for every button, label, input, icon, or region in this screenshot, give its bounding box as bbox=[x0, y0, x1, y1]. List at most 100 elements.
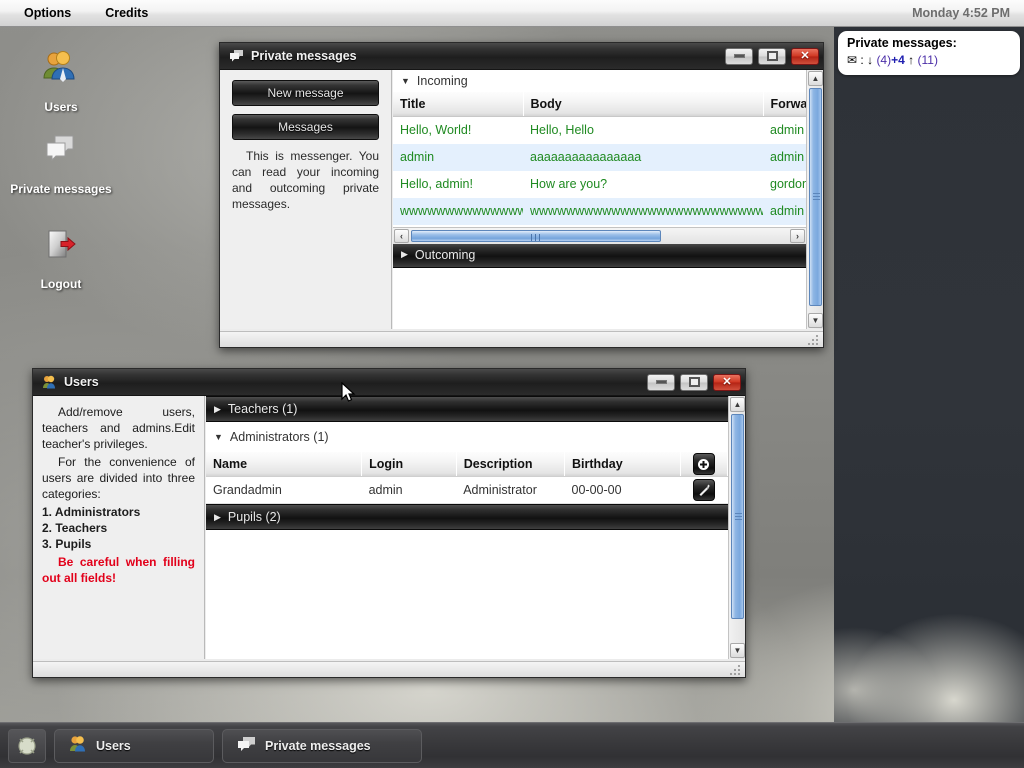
vscroll-thumb[interactable] bbox=[731, 414, 744, 619]
desktop-background-right bbox=[834, 0, 1024, 722]
scroll-down-button[interactable]: ▼ bbox=[730, 643, 745, 658]
table-row[interactable]: Grandadmin admin Administrator 00-00-00 bbox=[206, 477, 728, 504]
scroll-up-button[interactable]: ▲ bbox=[730, 397, 745, 412]
close-button[interactable]: ✕ bbox=[713, 374, 741, 391]
column-login[interactable]: Login bbox=[362, 452, 457, 477]
scroll-left-button[interactable]: ‹ bbox=[394, 229, 409, 243]
vscroll-thumb[interactable] bbox=[809, 88, 822, 306]
cell-forwarder: admin bbox=[763, 117, 806, 144]
users-category-3: 3. Pupils bbox=[42, 536, 195, 552]
cell-title: Hello, World! bbox=[393, 117, 523, 144]
teachers-label: Teachers (1) bbox=[228, 402, 297, 416]
users-window[interactable]: Users ✕ Add/remove users, teachers and a… bbox=[32, 368, 746, 678]
notification-counts: ✉ : ↓ (4)+4 ↑ (11) bbox=[847, 53, 1011, 67]
taskbar-item-private-messages[interactable]: Private messages bbox=[222, 729, 422, 763]
window-title: Private messages bbox=[251, 49, 357, 63]
desktop-icon-private-messages[interactable]: Private messages bbox=[6, 130, 116, 197]
cell-body: wwwwwwwwwwwwwwwwwwwwwwwwwwwwwwww bbox=[523, 198, 763, 225]
taskbar-item-label: Private messages bbox=[265, 739, 371, 753]
table-row[interactable]: wwwwwwwwwwwwww wwwwwwwwwwwwwwwwwwwwwwwww… bbox=[393, 198, 806, 225]
users-sidebar: Add/remove users, teachers and admins.Ed… bbox=[33, 396, 205, 659]
messages-button[interactable]: Messages bbox=[232, 114, 379, 140]
cell-body: aaaaaaaaaaaaaaaa bbox=[523, 144, 763, 171]
resize-grip[interactable] bbox=[730, 663, 742, 675]
users-vertical-scrollbar[interactable]: ▲ ▼ bbox=[728, 396, 745, 659]
chevron-down-icon: ▼ bbox=[214, 433, 223, 442]
maximize-button[interactable] bbox=[758, 48, 786, 65]
teachers-section-header[interactable]: ▶ Teachers (1) bbox=[206, 396, 728, 422]
top-menu-bar: Options Credits Monday 4:52 PM bbox=[0, 0, 1024, 27]
chevron-right-icon: ▶ bbox=[214, 513, 221, 522]
notification-separator: : bbox=[860, 53, 863, 67]
column-description[interactable]: Description bbox=[456, 452, 564, 477]
incoming-label: Incoming bbox=[417, 74, 468, 88]
column-forwarder[interactable]: Forwa bbox=[763, 92, 806, 117]
scroll-up-button[interactable]: ▲ bbox=[808, 71, 823, 86]
desktop-icon-label: Logout bbox=[41, 277, 82, 291]
desktop-icon-logout[interactable]: Logout bbox=[6, 225, 116, 292]
window-title: Users bbox=[64, 375, 99, 389]
menu-credits[interactable]: Credits bbox=[93, 4, 160, 22]
taskbar-item-users[interactable]: Users bbox=[54, 729, 214, 763]
messenger-content: ▼ Incoming Title Body Forwa Hello, World… bbox=[393, 70, 823, 329]
column-body[interactable]: Body bbox=[523, 92, 763, 117]
table-row[interactable]: Hello, World! Hello, Hello admin bbox=[393, 117, 806, 144]
taskbar: Users Private messages bbox=[0, 722, 1024, 768]
chevron-down-icon: ▼ bbox=[401, 77, 410, 86]
maximize-button[interactable] bbox=[680, 374, 708, 391]
column-birthday[interactable]: Birthday bbox=[565, 452, 681, 477]
incoming-section-header[interactable]: ▼ Incoming bbox=[393, 70, 806, 92]
minimize-button[interactable] bbox=[647, 374, 675, 391]
table-header-row: Name Login Description Birthday bbox=[206, 452, 728, 477]
start-button[interactable] bbox=[8, 729, 46, 763]
private-messages-titlebar[interactable]: Private messages ✕ bbox=[220, 43, 823, 70]
table-row[interactable]: admin aaaaaaaaaaaaaaaa admin bbox=[393, 144, 806, 171]
close-button[interactable]: ✕ bbox=[791, 48, 819, 65]
messenger-accordion: ▼ Incoming Title Body Forwa Hello, World… bbox=[393, 70, 806, 329]
administrators-section-header[interactable]: ▼ Administrators (1) bbox=[206, 422, 728, 452]
outcoming-section-header[interactable]: ▶ Outcoming bbox=[393, 242, 806, 268]
column-title[interactable]: Title bbox=[393, 92, 523, 117]
incoming-new: 4 bbox=[898, 53, 905, 67]
mouse-cursor bbox=[341, 382, 357, 404]
menu-options[interactable]: Options bbox=[12, 4, 83, 22]
administrators-label: Administrators (1) bbox=[230, 430, 329, 444]
incoming-horizontal-scrollbar[interactable]: ‹ › bbox=[393, 227, 806, 244]
pupils-section-header[interactable]: ▶ Pupils (2) bbox=[206, 504, 728, 530]
resize-grip[interactable] bbox=[808, 333, 820, 345]
new-message-button[interactable]: New message bbox=[232, 80, 379, 106]
scroll-down-button[interactable]: ▼ bbox=[808, 313, 823, 328]
incoming-messages-table: Title Body Forwa Hello, World! Hello, He… bbox=[393, 92, 806, 225]
private-messages-window[interactable]: Private messages ✕ New message Messages … bbox=[219, 42, 824, 348]
chevron-right-icon: ▶ bbox=[401, 250, 408, 259]
cell-birthday: 00-00-00 bbox=[565, 477, 681, 504]
users-titlebar[interactable]: Users ✕ bbox=[33, 369, 745, 396]
start-icon bbox=[17, 736, 37, 756]
table-row[interactable]: Hello, admin! How are you? gordon bbox=[393, 171, 806, 198]
outcoming-label: Outcoming bbox=[415, 248, 475, 262]
scroll-right-button[interactable]: › bbox=[790, 229, 805, 243]
cell-forwarder: admin bbox=[763, 144, 806, 171]
cell-title: wwwwwwwwwwwwww bbox=[393, 198, 523, 225]
users-description-1: Add/remove users, teachers and admins.Ed… bbox=[42, 404, 195, 452]
chevron-right-icon: ▶ bbox=[214, 405, 221, 414]
cell-name: Grandadmin bbox=[206, 477, 362, 504]
messenger-description: This is messenger. You can read your inc… bbox=[232, 148, 379, 212]
messenger-sidebar: New message Messages This is messenger. … bbox=[220, 70, 392, 329]
envelope-icon: ✉ bbox=[847, 53, 857, 67]
cell-body: Hello, Hello bbox=[523, 117, 763, 144]
messenger-vertical-scrollbar[interactable]: ▲ ▼ bbox=[806, 70, 823, 329]
hscroll-thumb[interactable] bbox=[411, 230, 661, 242]
users-icon bbox=[42, 375, 57, 390]
users-statusbar bbox=[33, 661, 745, 677]
notification-popup[interactable]: Private messages: ✉ : ↓ (4)+4 ↑ (11) bbox=[838, 31, 1020, 75]
column-name[interactable]: Name bbox=[206, 452, 362, 477]
cell-forwarder: admin bbox=[763, 198, 806, 225]
cell-description: Administrator bbox=[456, 477, 564, 504]
minimize-button[interactable] bbox=[725, 48, 753, 65]
clock: Monday 4:52 PM bbox=[912, 6, 1010, 20]
magic-wand-icon[interactable] bbox=[693, 479, 715, 501]
desktop-icon-users[interactable]: Users bbox=[6, 48, 116, 115]
outgoing-total: (11) bbox=[918, 53, 938, 67]
add-icon[interactable] bbox=[693, 453, 715, 475]
